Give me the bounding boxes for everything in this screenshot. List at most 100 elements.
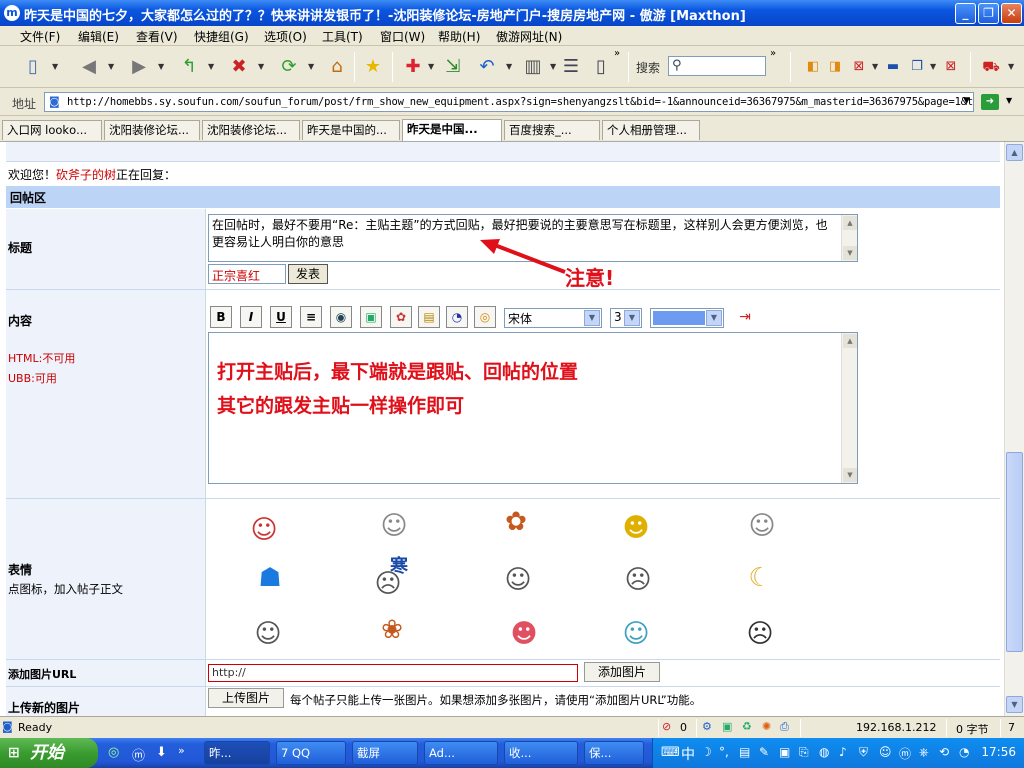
collect-icon[interactable]: ✚ [400, 54, 426, 80]
tray-volume-icon[interactable]: ♪ [839, 745, 847, 759]
emoticon-jar-icon[interactable]: ☗ [250, 558, 290, 598]
tab-4[interactable]: 昨天是中国的... [302, 120, 400, 140]
flash-icon[interactable]: ✿ [390, 306, 412, 328]
tray-punct-icon[interactable]: °, [719, 745, 729, 759]
quicklaunch-overflow-icon[interactable]: » [178, 744, 185, 757]
emoticon-sleep-icon[interactable]: ☾ [740, 558, 780, 598]
home-icon[interactable]: ⌂ [324, 54, 350, 80]
back-icon[interactable]: ◀ [76, 54, 102, 80]
new-page-icon[interactable]: ▯ [20, 54, 46, 80]
status-tool-icon[interactable]: ⎙ [780, 720, 789, 734]
title-color-select[interactable]: 正宗喜红 [208, 264, 286, 284]
close-page-icon[interactable]: ⊠ [938, 54, 964, 80]
scroll-thumb[interactable] [1006, 452, 1023, 652]
status-tool-icon[interactable]: ♻ [742, 720, 752, 733]
tray-monitor-icon[interactable]: ▣ [779, 745, 790, 759]
up-folder-icon[interactable]: ↰ [176, 54, 202, 80]
columns-dropdown-icon[interactable]: ▼ [550, 62, 556, 71]
emoticon-grin-icon[interactable]: ☺ [742, 506, 782, 546]
save-page-icon[interactable]: ⇲ [440, 54, 466, 80]
close-button[interactable]: ✕ [1001, 3, 1022, 24]
image-icon[interactable]: ▣ [360, 306, 382, 328]
emoticon-angry-icon[interactable]: ☹ [618, 560, 658, 600]
menu-tools[interactable]: 工具(T) [322, 28, 363, 45]
italic-icon[interactable]: I [240, 306, 262, 328]
menu-window[interactable]: 窗口(W) [380, 28, 425, 45]
menu-maxthon-sites[interactable]: 傲游网址(N) [496, 28, 562, 45]
tray-softkeyboard-icon[interactable]: ▤ [739, 745, 750, 759]
address-dropdown-icon[interactable]: ▼ [963, 96, 970, 106]
restore-page-icon[interactable]: ❐ [904, 54, 930, 80]
new-page-dropdown-icon[interactable]: ▼ [52, 62, 58, 71]
tray-keyboard-icon[interactable]: ⌨ [661, 745, 680, 760]
close-tab-dropdown-icon[interactable]: ▼ [872, 62, 878, 71]
emoticon-shock-icon[interactable]: ☹ [740, 614, 780, 654]
tab-active[interactable]: 昨天是中国... [402, 119, 502, 141]
refresh-dropdown-icon[interactable]: ▼ [308, 62, 314, 71]
task-qq[interactable]: 7 QQ [276, 741, 346, 765]
title-textarea-scrollbar[interactable]: ▲ ▼ [841, 215, 857, 261]
emoticon-calm-icon[interactable]: ☺ [248, 614, 288, 654]
go-dropdown-icon[interactable]: ▼ [1006, 96, 1012, 105]
menu-file[interactable]: 文件(F) [20, 28, 60, 45]
list-view-icon[interactable]: ☰ [558, 54, 584, 80]
tray-moon-icon[interactable]: ☽ [701, 745, 712, 759]
content-textarea-scrollbar[interactable]: ▲ ▼ [841, 333, 857, 483]
emoticon-smile-icon[interactable]: ☺ [374, 506, 414, 546]
search-input[interactable]: ⚲ [668, 56, 766, 76]
refresh-icon[interactable]: ⟳ [276, 54, 302, 80]
menu-options[interactable]: 选项(O) [264, 28, 307, 45]
quicklaunch-browser-icon[interactable]: ◎ [108, 745, 119, 760]
minimize-button[interactable]: _ [955, 3, 976, 24]
emoticon-blush-icon[interactable]: ☺ [244, 510, 284, 550]
menu-help[interactable]: 帮助(H) [438, 28, 480, 45]
emoticon-dizzy-icon[interactable]: ☻ [616, 508, 656, 548]
tray-app-icon[interactable]: ◍ [819, 745, 829, 759]
columns-icon[interactable]: ▥ [520, 54, 546, 80]
toolbar-overflow-icon[interactable]: » [614, 48, 620, 59]
minimize-page-icon[interactable]: ▬ [880, 54, 906, 80]
scroll-up-icon[interactable]: ▲ [843, 334, 857, 348]
scroll-down-icon[interactable]: ▼ [1006, 696, 1023, 713]
tray-update-icon[interactable]: ⟲ [939, 745, 949, 759]
panel-icon[interactable]: ▯ [588, 54, 614, 80]
link-icon[interactable]: ◉ [330, 306, 352, 328]
tab-2[interactable]: 沈阳装修论坛... [104, 120, 200, 140]
popup-block-icon[interactable]: ⊘ [662, 720, 671, 733]
scroll-up-icon[interactable]: ▲ [1006, 144, 1023, 161]
ime-indicator[interactable]: 中 [681, 744, 695, 764]
tray-network-icon[interactable]: ⎘ [799, 745, 809, 760]
menu-edit[interactable]: 编辑(E) [78, 28, 119, 45]
status-tool-icon[interactable]: ✺ [762, 720, 771, 733]
undo-close-icon[interactable]: ↶ [474, 54, 500, 80]
task-maxthon[interactable]: 昨... [204, 741, 270, 765]
tray-qq-icon[interactable]: ☺ [879, 745, 892, 759]
scroll-up-icon[interactable]: ▲ [843, 216, 857, 230]
color-select[interactable]: ▼ [650, 308, 724, 328]
scroll-down-icon[interactable]: ▼ [843, 246, 857, 260]
exit-editor-icon[interactable]: ⇥ [734, 306, 756, 328]
tab-1[interactable]: 入口网 lookо... [2, 120, 102, 140]
quicklaunch-maxthon-icon[interactable]: ⓜ [132, 745, 145, 764]
restore-button[interactable]: ❐ [978, 3, 999, 24]
page-scrollbar[interactable]: ▲ ▼ [1004, 142, 1024, 716]
emoticon-cat-icon[interactable]: ❀ [372, 610, 412, 650]
tray-shield-icon[interactable]: ⛨ [859, 745, 868, 760]
add-image-button[interactable]: 添加图片 [584, 662, 660, 682]
go-button[interactable]: ➜ [981, 94, 999, 110]
cart-dropdown-icon[interactable]: ▼ [1008, 62, 1014, 71]
center-align-icon[interactable]: ≡ [300, 306, 322, 328]
next-tab-icon[interactable]: ◨ [822, 54, 848, 80]
tab-6[interactable]: 百度搜索_... [504, 120, 600, 140]
search-overflow-icon[interactable]: » [770, 48, 776, 59]
tab-7[interactable]: 个人相册管理... [602, 120, 700, 140]
forward-dropdown-icon[interactable]: ▼ [158, 62, 164, 71]
size-select[interactable]: 3 ▼ [610, 308, 642, 328]
bold-icon[interactable]: B [210, 306, 232, 328]
task-save[interactable]: 保... [584, 741, 644, 765]
tab-3[interactable]: 沈阳装修论坛... [202, 120, 300, 140]
chevron-down-icon[interactable]: ▼ [706, 310, 722, 326]
task-ad[interactable]: Ad... [424, 741, 498, 765]
quicklaunch-download-icon[interactable]: ⬇ [156, 745, 167, 760]
content-textarea[interactable]: 打开主贴后，最下端就是跟贴、回帖的位置 其它的跟发主贴一样操作即可 ▲ ▼ [208, 332, 858, 484]
